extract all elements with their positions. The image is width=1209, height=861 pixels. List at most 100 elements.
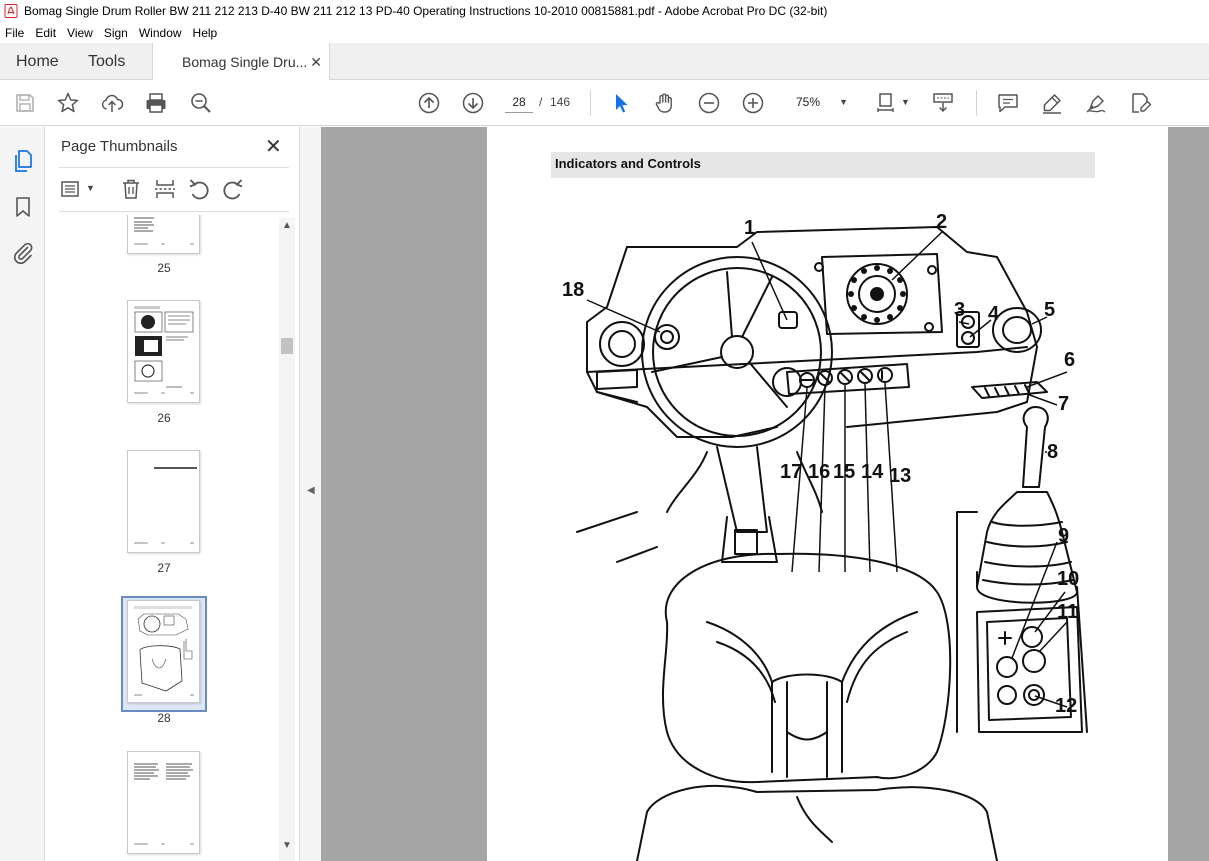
page-preview [134, 763, 194, 845]
thumbnails-panel: Page Thumbnails ✕ ▼ 25 26 27 28 [46, 127, 298, 861]
page-preview [134, 467, 197, 544]
toolbar-divider [590, 90, 591, 116]
thumbnail-page-25[interactable] [127, 215, 200, 254]
chevron-down-icon[interactable]: ▼ [901, 97, 910, 107]
callout-3: 3 [954, 299, 965, 321]
chevron-down-icon: ▼ [839, 97, 848, 107]
acrobat-icon [4, 4, 18, 18]
section-heading-bar: Indicators and Controls [551, 152, 1095, 178]
thumbnail-label: 28 [157, 711, 171, 725]
thumbnail-page-27[interactable] [127, 450, 200, 553]
callout-12: 12 [1055, 695, 1077, 717]
previous-page-icon[interactable] [416, 90, 442, 116]
menu-help[interactable]: Help [188, 26, 224, 40]
page-number-input[interactable]: 28 [505, 91, 533, 113]
select-cursor-icon[interactable] [608, 90, 634, 116]
callout-10: 10 [1057, 568, 1079, 590]
callout-7: 7 [1058, 393, 1069, 415]
extract-pages-icon[interactable] [153, 177, 177, 201]
callout-2: 2 [936, 212, 947, 233]
callout-9: 9 [1058, 525, 1069, 547]
thumbnails-scrollbar[interactable]: ▲ ▼ [279, 218, 295, 861]
delete-pages-icon[interactable] [119, 177, 143, 201]
divider [59, 167, 289, 168]
tab-document[interactable]: Bomag Single Dru... ✕ [152, 43, 330, 81]
collapse-left-icon[interactable]: ◀ [307, 485, 315, 496]
page-thumbnails-icon[interactable] [11, 149, 35, 173]
callout-1: 1 [744, 217, 755, 239]
title-bar: Bomag Single Drum Roller BW 211 212 213 … [0, 0, 1209, 22]
tab-document-label: Bomag Single Dru... [182, 54, 308, 70]
page-total: 146 [550, 95, 571, 109]
document-viewport[interactable]: Indicators and Controls 1 2 3 4 5 6 7 8 … [321, 127, 1209, 861]
tab-home[interactable]: Home [16, 43, 59, 80]
scrollbar-thumb[interactable] [281, 338, 293, 354]
callout-8: 8 [1047, 441, 1058, 463]
callout-6: 6 [1064, 349, 1075, 371]
pdf-page: Indicators and Controls 1 2 3 4 5 6 7 8 … [487, 127, 1168, 861]
comment-icon[interactable] [995, 90, 1021, 116]
thumbnail-page-26[interactable] [127, 300, 200, 403]
zoom-in-icon[interactable] [740, 90, 766, 116]
search-zoom-icon[interactable] [188, 90, 214, 116]
window-title: Bomag Single Drum Roller BW 211 212 213 … [24, 4, 828, 18]
edit-document-icon[interactable] [1127, 90, 1153, 116]
close-tab-icon[interactable]: ✕ [310, 54, 322, 71]
thumbnail-label: 26 [157, 411, 171, 425]
callout-17: 17 [780, 461, 802, 483]
callout-18: 18 [562, 279, 584, 301]
navigation-rail [0, 127, 45, 861]
thumbnail-page-29[interactable] [127, 751, 200, 854]
divider [59, 211, 289, 212]
callout-15: 15 [833, 461, 855, 483]
panel-title: Page Thumbnails [61, 138, 178, 155]
rotate-clockwise-icon[interactable] [221, 177, 245, 201]
panel-collapse-strip[interactable]: ◀ [299, 127, 321, 861]
menu-view[interactable]: View [62, 26, 99, 40]
scroll-down-icon[interactable]: ▼ [282, 840, 292, 851]
menu-sign[interactable]: Sign [99, 26, 134, 40]
chevron-down-icon[interactable]: ▼ [86, 183, 95, 193]
controls-illustration: 1 2 3 4 5 6 7 8 9 10 11 12 13 14 15 16 1… [562, 212, 1088, 861]
sign-pen-icon[interactable] [1083, 90, 1109, 116]
page-preview [134, 606, 194, 696]
menu-window[interactable]: Window [134, 26, 188, 40]
options-menu-icon[interactable] [60, 177, 84, 201]
star-icon[interactable] [55, 90, 81, 116]
highlight-pen-icon[interactable] [1039, 90, 1065, 116]
menu-file[interactable]: File [0, 26, 30, 40]
tab-tools[interactable]: Tools [88, 43, 125, 80]
attachment-icon[interactable] [11, 240, 35, 264]
cloud-upload-icon[interactable] [99, 90, 125, 116]
callout-4: 4 [988, 303, 1000, 325]
zoom-select[interactable]: 75% ▼ [790, 91, 854, 113]
menu-edit[interactable]: Edit [30, 26, 62, 40]
save-icon[interactable] [12, 90, 38, 116]
thumbnail-label: 25 [157, 261, 171, 275]
bookmark-icon[interactable] [11, 195, 35, 219]
section-heading: Indicators and Controls [555, 156, 701, 171]
thumbnail-list: 25 26 27 28 [46, 215, 282, 861]
page-separator: / [539, 95, 543, 109]
page-preview [134, 306, 194, 394]
zoom-out-icon[interactable] [696, 90, 722, 116]
tab-bar: Home Tools Bomag Single Dru... ✕ [0, 43, 1209, 81]
callout-5: 5 [1044, 299, 1055, 321]
menu-bar: File Edit View Sign Window Help [0, 22, 1209, 43]
callout-13: 13 [889, 465, 911, 487]
print-icon[interactable] [143, 90, 169, 116]
callout-16: 16 [808, 461, 830, 483]
callout-11: 11 [1057, 601, 1078, 623]
close-panel-icon[interactable]: ✕ [265, 134, 282, 159]
next-page-icon[interactable] [460, 90, 486, 116]
hand-tool-icon[interactable] [652, 90, 678, 116]
toolbar: 28 / 146 75% ▼ ▼ [0, 80, 1209, 126]
scroll-up-icon[interactable]: ▲ [282, 220, 292, 231]
thumbnail-page-28[interactable] [127, 600, 200, 703]
callout-14: 14 [861, 461, 884, 483]
scroll-mode-icon[interactable] [930, 90, 956, 116]
toolbar-divider [976, 90, 977, 116]
page-fit-icon[interactable] [874, 90, 900, 116]
rotate-counterclockwise-icon[interactable] [187, 177, 211, 201]
zoom-value: 75% [796, 95, 821, 109]
